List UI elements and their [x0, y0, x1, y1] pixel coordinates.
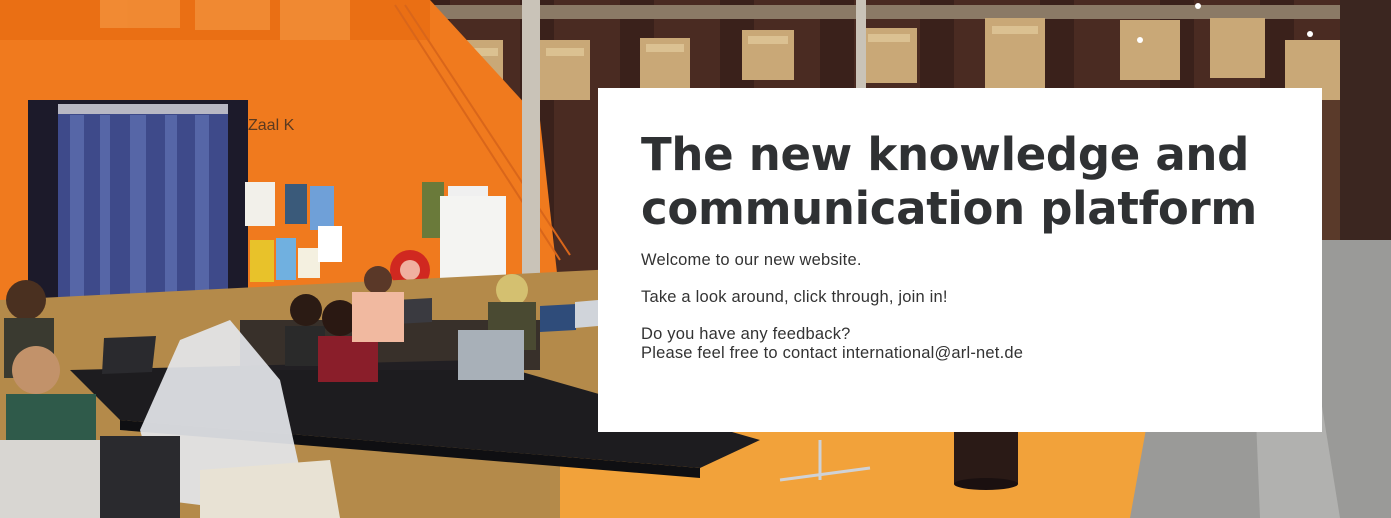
contact-email: international@arl-net.de — [841, 344, 1024, 362]
feedback-question: Do you have any feedback? — [641, 325, 851, 343]
contact-prefix: Please feel free to contact — [641, 344, 842, 362]
hero-banner: Zaal K The new knowledge and communicati… — [0, 0, 1391, 518]
intro-card: The new knowledge and communication platf… — [598, 88, 1322, 432]
feedback-text: Do you have any feedback? Please feel fre… — [641, 325, 1279, 363]
explore-text: Take a look around, click through, join … — [641, 288, 948, 306]
welcome-text: Welcome to our new website. — [641, 251, 862, 269]
hero-title-line2: communication platform — [641, 182, 1257, 235]
hero-title: The new knowledge and communication platf… — [641, 128, 1279, 236]
wall-sign-text: Zaal K — [248, 117, 295, 134]
hero-title-line1: The new knowledge and — [641, 128, 1250, 181]
